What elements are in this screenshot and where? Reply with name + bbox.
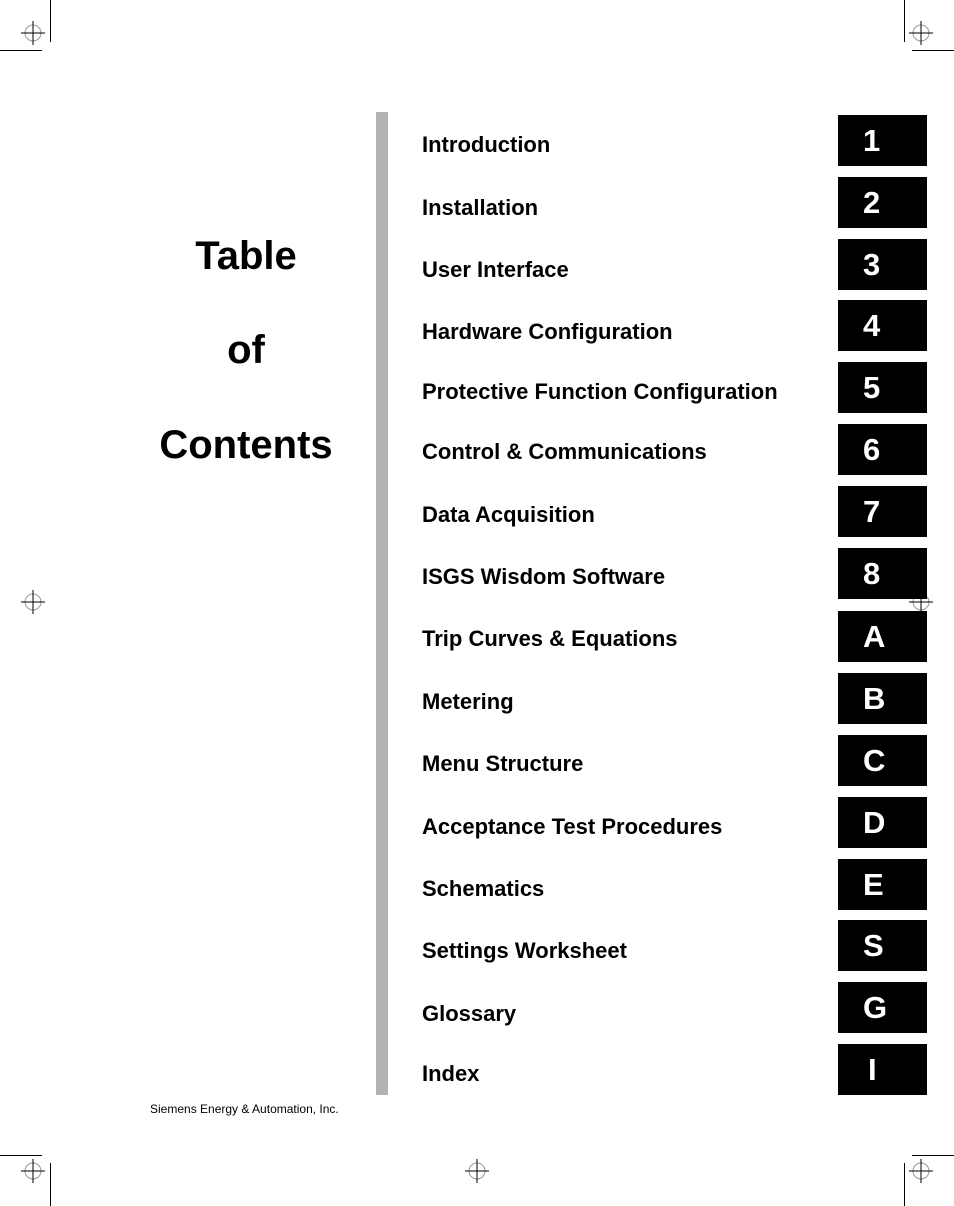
toc-entry-installation[interactable]: Installation (422, 197, 538, 219)
toc-entry-index[interactable]: Index (422, 1063, 479, 1085)
section-tab-2[interactable]: 2 (838, 177, 927, 228)
toc-entry-glossary[interactable]: Glossary (422, 1003, 516, 1025)
toc-entry-introduction[interactable]: Introduction (422, 134, 550, 156)
divider-bar (376, 112, 388, 1095)
registration-mark-icon (465, 1159, 489, 1183)
section-tab-c[interactable]: C (838, 735, 927, 786)
toc-entry-schematics[interactable]: Schematics (422, 878, 544, 900)
crop-mark-top-left-horizontal (0, 50, 42, 51)
crop-mark-top-left-vertical (50, 0, 51, 42)
section-tab-i[interactable]: I (838, 1044, 927, 1095)
footer-company-name: Siemens Energy & Automation, Inc. (150, 1102, 339, 1116)
toc-entry-hardware-configuration[interactable]: Hardware Configuration (422, 321, 673, 343)
section-tab-a[interactable]: A (838, 611, 927, 662)
crop-mark-top-right-vertical (904, 0, 905, 42)
page-title-line-1: Table (195, 234, 297, 278)
section-tab-s[interactable]: S (838, 920, 927, 971)
toc-entry-data-acquisition[interactable]: Data Acquisition (422, 504, 595, 526)
toc-entry-menu-structure[interactable]: Menu Structure (422, 753, 583, 775)
toc-entry-metering[interactable]: Metering (422, 691, 514, 713)
section-tab-6[interactable]: 6 (838, 424, 927, 475)
section-tab-4[interactable]: 4 (838, 300, 927, 351)
toc-entry-trip-curves-equations[interactable]: Trip Curves & Equations (422, 628, 678, 650)
toc-entry-isgs-wisdom-software[interactable]: ISGS Wisdom Software (422, 566, 665, 588)
section-tab-8[interactable]: 8 (838, 548, 927, 599)
section-tab-d[interactable]: D (838, 797, 927, 848)
registration-mark-icon (21, 590, 45, 614)
page-title: Table of Contents (130, 236, 362, 476)
registration-mark-icon (21, 21, 45, 45)
crop-mark-bottom-right-vertical (904, 1163, 905, 1206)
crop-mark-bottom-left-horizontal (0, 1155, 42, 1156)
section-tab-7[interactable]: 7 (838, 486, 927, 537)
toc-entry-control-communications[interactable]: Control & Communications (422, 441, 707, 463)
toc-entry-protective-function-configuration[interactable]: Protective Function Configuration (422, 381, 778, 403)
section-tab-3[interactable]: 3 (838, 239, 927, 290)
crop-mark-top-right-horizontal (912, 50, 954, 51)
crop-mark-bottom-right-horizontal (912, 1155, 954, 1156)
crop-mark-bottom-left-vertical (50, 1163, 51, 1206)
section-tab-1[interactable]: 1 (838, 115, 927, 166)
toc-entry-acceptance-test-procedures[interactable]: Acceptance Test Procedures (422, 816, 722, 838)
section-tab-b[interactable]: B (838, 673, 927, 724)
section-tab-g[interactable]: G (838, 982, 927, 1033)
toc-entry-settings-worksheet[interactable]: Settings Worksheet (422, 940, 627, 962)
section-tab-e[interactable]: E (838, 859, 927, 910)
registration-mark-icon (909, 1159, 933, 1183)
page-title-line-2: of (227, 328, 265, 372)
registration-mark-icon (21, 1159, 45, 1183)
registration-mark-icon (909, 21, 933, 45)
section-tab-5[interactable]: 5 (838, 362, 927, 413)
page-title-line-3: Contents (159, 423, 333, 467)
toc-entry-user-interface[interactable]: User Interface (422, 259, 569, 281)
